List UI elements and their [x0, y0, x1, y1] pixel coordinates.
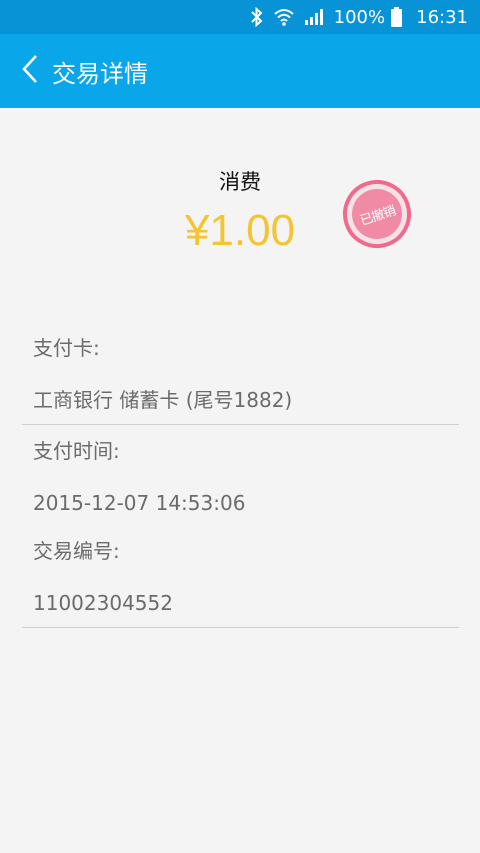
divider [22, 627, 459, 628]
transaction-header: 消费 ¥1.00 已撤销 [0, 108, 480, 308]
divider [22, 424, 459, 425]
card-label: 支付卡: [33, 336, 100, 360]
number-value: 11002304552 [33, 591, 173, 615]
time-value: 2015-12-07 14:53:06 [33, 491, 246, 515]
time-label: 支付时间: [33, 439, 120, 463]
clock: 16:31 [416, 6, 468, 28]
back-button[interactable] [2, 34, 58, 108]
page-title: 交易详情 [52, 59, 148, 88]
chevron-left-icon [21, 54, 39, 88]
bluetooth-icon [250, 7, 264, 27]
transaction-details: 支付卡: 工商银行 储蓄卡 (尾号1882) 支付时间: 2015-12-07 … [22, 330, 459, 628]
wifi-icon [273, 8, 294, 26]
signal-icon [304, 8, 324, 26]
status-bar: 100% 16:31 [0, 0, 480, 34]
app-bar: 交易详情 [0, 34, 480, 108]
transaction-type: 消费 [219, 170, 261, 194]
number-label: 交易编号: [33, 539, 120, 563]
battery-icon [391, 7, 403, 27]
card-value: 工商银行 储蓄卡 (尾号1882) [33, 388, 293, 412]
battery-percent: 100% [333, 6, 386, 28]
stamp-text: 已撤销 [345, 182, 409, 246]
